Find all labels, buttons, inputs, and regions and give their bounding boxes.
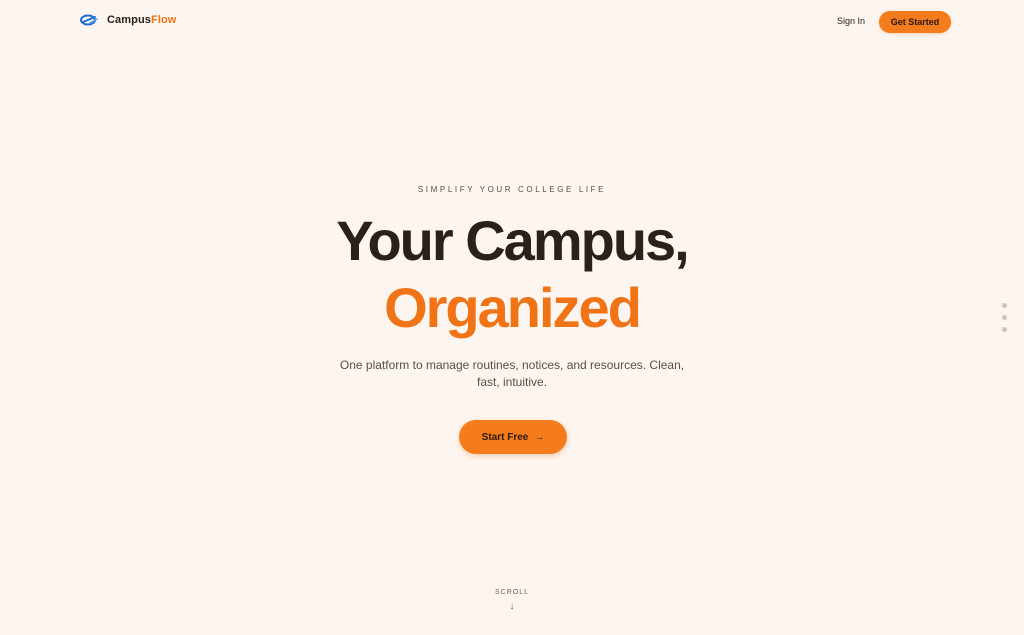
start-free-button[interactable]: Start Free → <box>459 420 567 454</box>
section-dot-2[interactable] <box>1002 315 1007 320</box>
hero-subtitle: One platform to manage routines, notices… <box>339 358 685 389</box>
section-dot-1[interactable] <box>1002 303 1007 308</box>
start-free-label: Start Free <box>481 431 529 443</box>
arrow-down-icon[interactable]: ↓ <box>0 601 1024 612</box>
section-dot-3[interactable] <box>1002 327 1007 332</box>
site-header: CampusFlow Sign In Get Started <box>0 0 1024 44</box>
get-started-button[interactable]: Get Started <box>879 11 951 33</box>
hero-eyebrow: SIMPLIFY YOUR COLLEGE LIFE <box>417 185 607 194</box>
campusflow-logo-icon <box>80 13 98 27</box>
arrow-right-icon: → <box>534 431 545 443</box>
section-nav-dots <box>1002 303 1008 339</box>
hero-title-line2: Organized <box>384 276 642 339</box>
brand-name: CampusFlow <box>107 14 176 26</box>
brand-logo[interactable]: CampusFlow <box>80 13 176 27</box>
hero-title-line1: Your Campus, <box>336 209 689 272</box>
sign-in-link[interactable]: Sign In <box>837 16 865 26</box>
brand-name-accent: Flow <box>151 14 177 26</box>
brand-name-main: Campus <box>107 14 151 26</box>
scroll-label: SCROLL <box>494 589 529 596</box>
